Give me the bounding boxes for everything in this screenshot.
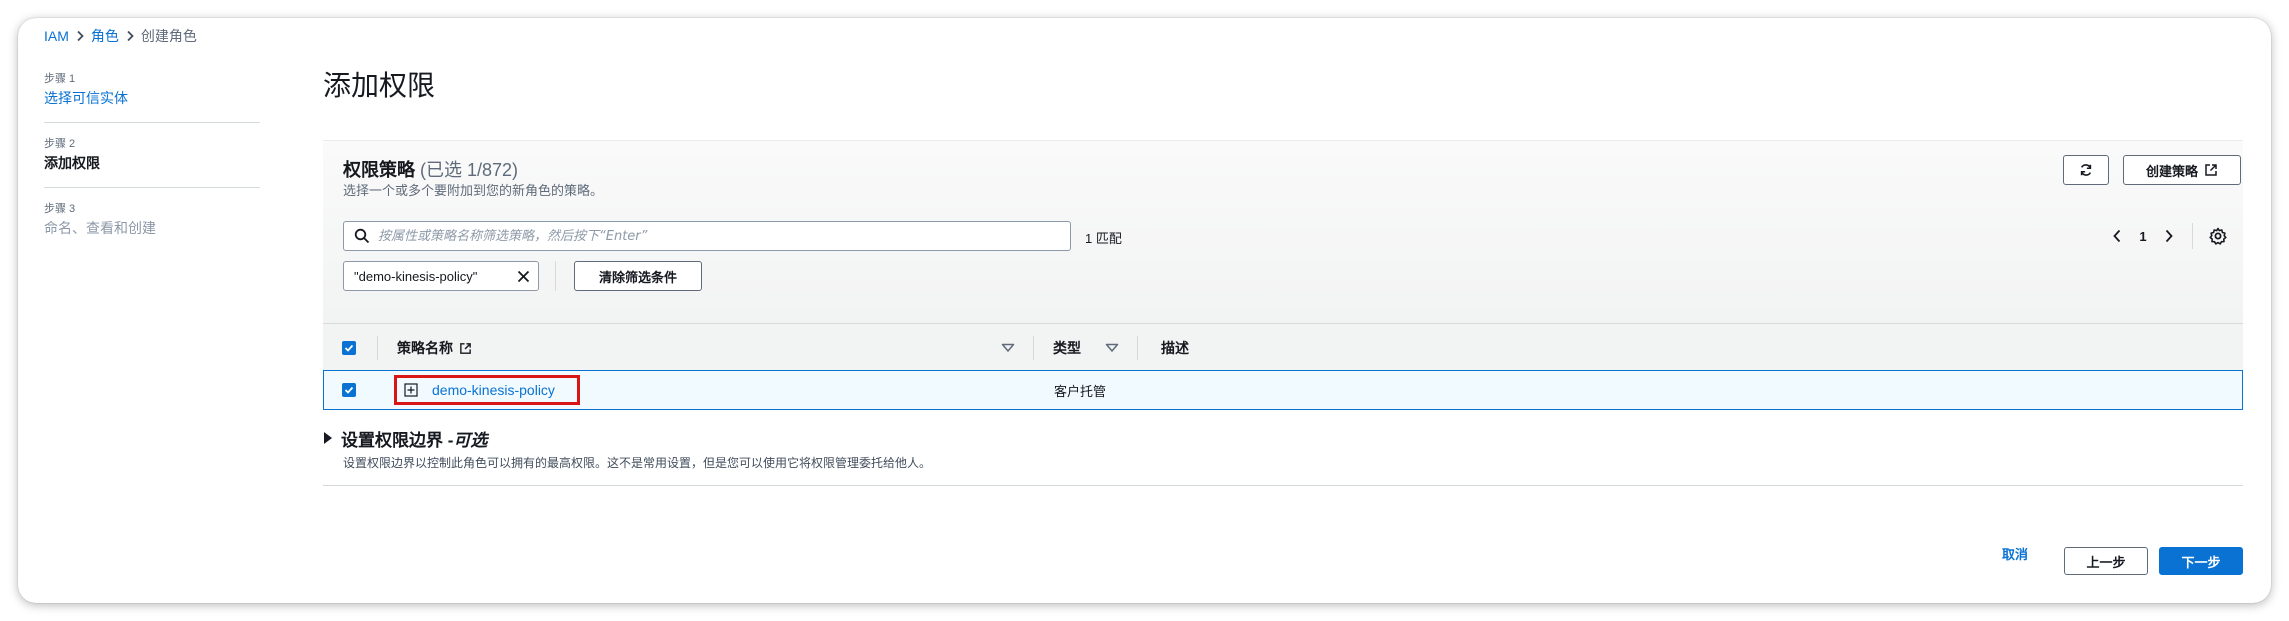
boundary-title: 设置权限边界 - [341,430,454,450]
boundary-description: 设置权限边界以控制此角色可以拥有的最高权限。这不是常用设置，但是您可以使用它将权… [343,456,932,470]
chevron-right-icon [69,26,91,46]
column-header-name[interactable]: 策略名称 [397,324,472,372]
row-checkbox[interactable] [342,371,356,409]
wizard-steps: 步骤 1 选择可信实体 步骤 2 添加权限 步骤 3 命名、查看和创建 [44,72,260,238]
policies-count: (已选 1/872) [420,160,519,180]
policy-type: 客户托管 [1054,383,1107,399]
column-header-description[interactable]: 描述 [1161,324,1189,372]
step-title: 命名、查看和创建 [44,220,156,236]
page-title: 添加权限 [323,70,436,101]
breadcrumb-current: 创建角色 [140,28,197,44]
breadcrumb-roles[interactable]: 角色 [91,26,119,46]
chevron-right-icon [2165,229,2173,243]
filter-token-label: "demo-kinesis-policy" [354,268,478,284]
refresh-icon [2080,164,2092,176]
policies-title: 权限策略 [343,160,415,180]
chevron-left-icon [2113,229,2121,243]
previous-label: 上一步 [2086,554,2126,570]
caret-right-icon [324,432,332,444]
cancel-button[interactable]: 取消 [2002,545,2028,565]
policies-heading: 权限策略 (已选 1/872) [343,159,518,181]
expand-plus-icon [404,383,418,397]
policies-description: 选择一个或多个要附加到您的新角色的策略。 [343,183,604,198]
create-policy-button[interactable]: 创建策略 [2123,155,2241,185]
step-3: 步骤 3 命名、查看和创建 [44,202,260,238]
app-window: IAM 角色 创建角色 步骤 1 选择可信实体 步骤 2 添加权限 步骤 3 命… [18,18,2271,603]
column-divider [377,336,378,360]
token-divider [555,261,556,291]
step-2: 步骤 2 添加权限 [44,137,260,173]
preferences-button[interactable] [2207,225,2229,247]
section-divider [323,485,2243,486]
clear-filters-label: 清除筛选条件 [598,269,677,285]
create-policy-label: 创建策略 [2145,163,2198,179]
boundary-optional: 可选 [453,430,488,450]
policy-name[interactable]: demo-kinesis-policy [432,382,555,398]
chevron-right-icon [119,26,141,46]
sort-type-button[interactable] [1105,324,1119,372]
sort-down-icon [1001,343,1015,352]
pager-divider [2192,223,2193,249]
step-title[interactable]: 选择可信实体 [44,88,260,108]
close-icon [517,270,529,282]
column-type-label: 类型 [1053,340,1081,356]
external-link-icon [460,342,471,354]
next-label: 下一步 [2181,554,2221,570]
step-title: 添加权限 [44,155,100,171]
step-1[interactable]: 步骤 1 选择可信实体 [44,72,260,108]
filter-token: "demo-kinesis-policy" [343,261,539,291]
remove-filter-button[interactable] [514,267,532,285]
sort-down-icon [1105,343,1119,352]
step-divider [44,187,260,188]
table-row[interactable]: demo-kinesis-policy 客户托管 [323,370,2243,410]
step-number: 步骤 2 [44,138,76,150]
checkbox-checked-icon [342,341,356,355]
breadcrumb: IAM 角色 创建角色 [44,26,197,46]
checkbox-checked-icon [342,383,356,397]
next-button[interactable]: 下一步 [2159,547,2243,575]
page-number[interactable]: 1 [2131,229,2155,244]
next-page-button[interactable] [2155,221,2183,251]
pagination: 1 [2103,221,2183,251]
gear-icon [2209,227,2227,245]
column-description-label: 描述 [1161,340,1189,356]
refresh-button[interactable] [2063,155,2109,185]
policies-container: 权限策略 (已选 1/872) 选择一个或多个要附加到您的新角色的策略。 创建策… [323,140,2243,410]
step-number: 步骤 3 [44,203,76,215]
column-divider [1033,336,1034,360]
column-header-type[interactable]: 类型 [1053,324,1081,372]
column-name-label: 策略名称 [397,340,453,356]
previous-button[interactable]: 上一步 [2064,547,2148,575]
permissions-boundary-toggle[interactable]: 设置权限边界 - 可选 [323,426,2243,450]
clear-filters-button[interactable]: 清除筛选条件 [574,261,702,291]
breadcrumb-iam[interactable]: IAM [44,28,69,44]
column-divider [1137,336,1138,360]
prev-page-button[interactable] [2103,221,2131,251]
permissions-boundary-section: 设置权限边界 - 可选 设置权限边界以控制此角色可以拥有的最高权限。这不是常用设… [323,426,2243,471]
step-divider [44,122,260,123]
search-input[interactable] [378,228,1070,244]
search-icon [354,228,370,244]
policy-name-link[interactable]: demo-kinesis-policy [432,371,555,409]
search-field[interactable] [343,221,1071,251]
policy-type-cell: 客户托管 [1054,371,1106,409]
expand-row-button[interactable] [404,371,418,409]
external-link-icon [2205,164,2217,176]
match-count: 1 匹配 [1085,231,1122,246]
step-number: 步骤 1 [44,73,76,85]
sort-name-button[interactable] [1001,324,1015,372]
select-all-checkbox[interactable] [342,324,356,372]
table-header: 策略名称 类型 描述 [323,323,2243,373]
